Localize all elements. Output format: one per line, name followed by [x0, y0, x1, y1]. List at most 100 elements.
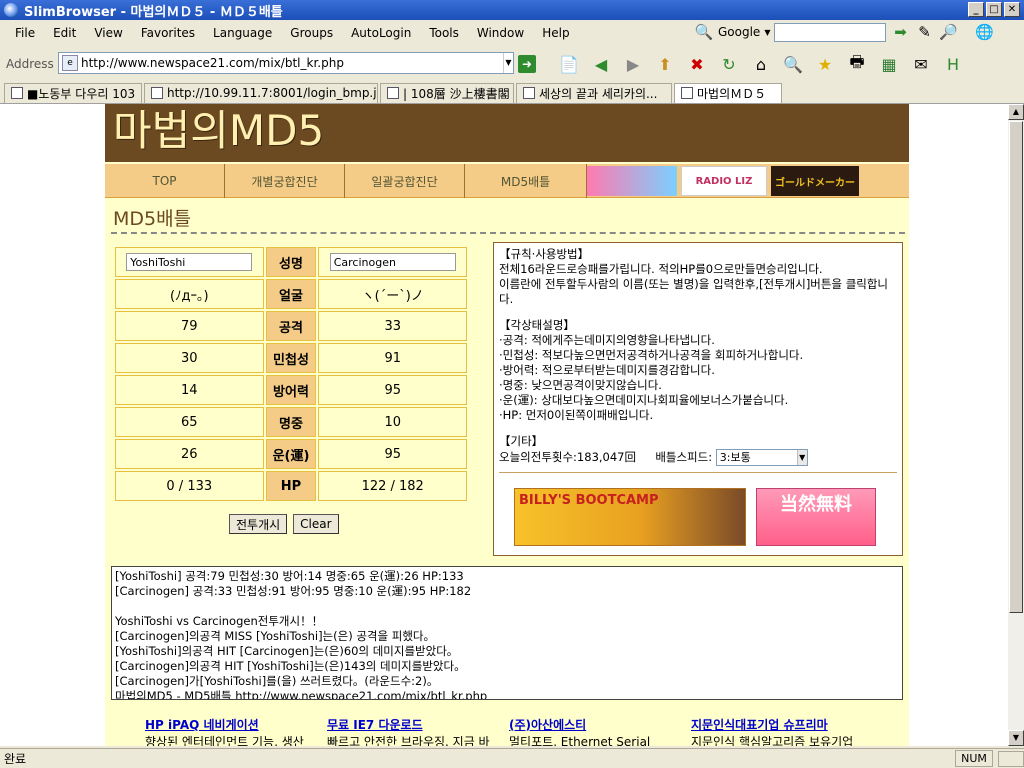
vertical-scrollbar[interactable]: ▲ ▼: [1008, 104, 1024, 746]
menu-bar: File Edit View Favorites Language Groups…: [0, 20, 1024, 46]
etc-row: 오늘의전투횟수:183,047回 배틀스피드: 3:보통 ▼: [499, 449, 897, 466]
player1-name-input[interactable]: [126, 253, 253, 271]
stat-label: 명중: [265, 407, 317, 437]
nav-individual[interactable]: 개별궁합진단: [225, 164, 345, 198]
find-icon[interactable]: 🔎: [938, 22, 958, 42]
search-engine-label[interactable]: Google: [718, 25, 760, 39]
stat-row-hp: 0 / 133 HP 122 / 182: [115, 471, 467, 501]
rules-divider: [499, 472, 897, 473]
tab-favicon-icon: [11, 87, 23, 99]
address-dropdown-icon[interactable]: ▼: [503, 53, 513, 73]
player2-accuracy: 10: [318, 407, 467, 437]
site-nav: TOP 개별궁합진단 일괄궁합진단 MD5배틀 RADIO LIZ ゴールドメー…: [105, 164, 909, 198]
up-icon[interactable]: ⬆: [652, 52, 678, 76]
site-logo[interactable]: 마법의MD5: [105, 104, 909, 162]
bottom-ad[interactable]: HP iPAQ 네비게이션 향상된 엔터테인먼트 기능, 생산: [145, 716, 327, 746]
mail-icon[interactable]: ✉: [908, 52, 934, 76]
nav-md5battle[interactable]: MD5배틀: [465, 164, 587, 198]
tab-4[interactable]: 세상의 끝과 세리카의...: [516, 82, 672, 103]
favorites-star-icon[interactable]: ★: [812, 52, 838, 76]
excel-icon[interactable]: ▦: [876, 52, 902, 76]
player1-defense: 14: [115, 375, 264, 405]
tab-5-active[interactable]: 마법의ＭＤ５: [674, 82, 782, 103]
menu-autologin[interactable]: AutoLogin: [342, 26, 420, 40]
chevron-down-icon[interactable]: ▼: [764, 28, 770, 37]
status-desc-item: ·공격: 적에게주는데미지의영향을나타냅니다.: [499, 333, 715, 347]
log-line: YoshiToshi vs Carcinogen전투개시！！: [115, 614, 324, 628]
menu-favorites[interactable]: Favorites: [132, 26, 204, 40]
stat-label: 얼굴: [265, 279, 317, 309]
page-viewport: 마법의MD5 TOP 개별궁합진단 일괄궁합진단 MD5배틀 RADIO LIZ…: [0, 104, 1008, 746]
address-field[interactable]: e http://www.newspace21.com/mix/btl_kr.p…: [58, 52, 514, 74]
tab-3[interactable]: | 108層 沙上樓書閣: [380, 82, 514, 103]
search-go-icon[interactable]: ➡: [890, 22, 910, 42]
tab-2[interactable]: http://10.99.11.7:8001/login_bmp.jsp?u..…: [144, 82, 378, 103]
menu-edit[interactable]: Edit: [44, 26, 85, 40]
print-icon[interactable]: 🖶: [844, 52, 870, 76]
menu-groups[interactable]: Groups: [281, 26, 342, 40]
forward-icon[interactable]: ▶: [620, 52, 646, 76]
chevron-down-icon[interactable]: ▼: [796, 450, 807, 465]
battle-speed-select[interactable]: 3:보통 ▼: [715, 449, 808, 466]
menu-help[interactable]: Help: [533, 26, 578, 40]
back-icon[interactable]: ◀: [588, 52, 614, 76]
go-button[interactable]: ➜: [518, 55, 536, 73]
magnifier-icon[interactable]: 🔍: [694, 22, 714, 42]
address-url[interactable]: http://www.newspace21.com/mix/btl_kr.php: [81, 56, 344, 70]
log-line: [YoshiToshi]의공격 HIT [Carcinogen]는(은)60의 …: [115, 644, 459, 658]
bottom-ad[interactable]: 무료 IE7 다운로드 빠르고 안전한 브라우징. 지금 바: [327, 716, 509, 746]
globe-icon[interactable]: 🌐: [974, 22, 994, 42]
nav-top[interactable]: TOP: [105, 164, 225, 198]
search-input[interactable]: [774, 22, 887, 42]
player2-face: ヽ(´ー`)ノ: [318, 279, 467, 309]
player1-luck: 26: [115, 439, 264, 469]
maximize-button[interactable]: □: [986, 2, 1002, 17]
nav-banner-gold[interactable]: ゴールドメーカー: [771, 166, 859, 196]
new-page-icon[interactable]: 📄: [556, 52, 582, 76]
nav-banner-radio[interactable]: RADIO LIZ: [681, 166, 767, 196]
close-button[interactable]: ✕: [1004, 2, 1020, 17]
bottom-ad[interactable]: (주)아산에스티 멀티포트, Ethernet Serial: [509, 716, 691, 746]
stop-icon[interactable]: ✖: [684, 52, 710, 76]
minimize-button[interactable]: _: [968, 2, 984, 17]
stat-label: HP: [265, 471, 317, 501]
html-icon[interactable]: H: [940, 52, 966, 76]
log-line: [Carcinogen]의공격 MISS [YoshiToshi]는(은) 공격…: [115, 629, 435, 643]
player2-name-cell: [318, 247, 467, 277]
rules-line-2: 이름란에 전투할두사람의 이름(또는 별명)을 입력한후,[전투개시]버튼을 클…: [499, 277, 889, 306]
player2-name-input[interactable]: [329, 253, 456, 271]
tab-1[interactable]: ■노동부 다우리 103: [4, 82, 142, 103]
nav-bulk[interactable]: 일괄궁합진단: [345, 164, 465, 198]
scroll-up-icon[interactable]: ▲: [1008, 104, 1024, 120]
page-container: 마법의MD5 TOP 개별궁합진단 일괄궁합진단 MD5배틀 RADIO LIZ…: [105, 104, 909, 746]
menu-file[interactable]: File: [6, 26, 44, 40]
menu-window[interactable]: Window: [468, 26, 533, 40]
numlock-indicator: NUM: [955, 750, 993, 767]
menu-view[interactable]: View: [85, 26, 131, 40]
stat-label: 민첩성: [265, 343, 317, 373]
bottom-ad[interactable]: 지문인식대표기업 슈프리마 지문인식 핵심알고리즘 보유기업: [691, 716, 873, 746]
battle-count: 오늘의전투횟수:183,047回: [499, 450, 636, 464]
tab-strip: ■노동부 다우리 103 http://10.99.11.7:8001/logi…: [0, 82, 1024, 104]
player1-accuracy: 65: [115, 407, 264, 437]
stat-row-face: (ﾉдｰ｡) 얼굴 ヽ(´ー`)ノ: [115, 279, 467, 309]
ad-oz-free[interactable]: 当然無料: [756, 488, 876, 546]
ad-billys-bootcamp[interactable]: BILLY'S BOOTCAMP: [514, 488, 746, 546]
status-desc-item: ·HP: 먼저0이된쪽이패배입니다.: [499, 408, 654, 422]
etc-title: 【기타】: [499, 434, 544, 448]
refresh-icon[interactable]: ↻: [716, 52, 742, 76]
clear-button[interactable]: Clear: [293, 514, 339, 534]
player1-name-cell: [115, 247, 264, 277]
search-icon[interactable]: 🔍: [780, 52, 806, 76]
player1-attack: 79: [115, 311, 264, 341]
scroll-thumb[interactable]: [1009, 121, 1023, 613]
rules-title: 【규칙·사용방법】: [499, 247, 590, 261]
scroll-down-icon[interactable]: ▼: [1008, 730, 1024, 746]
highlight-icon[interactable]: ✎: [914, 22, 934, 42]
menu-language[interactable]: Language: [204, 26, 281, 40]
nav-banner-twins[interactable]: [587, 166, 677, 196]
resize-grip[interactable]: [998, 751, 1024, 767]
start-battle-button[interactable]: 전투개시: [229, 514, 288, 534]
home-icon[interactable]: ⌂: [748, 52, 774, 76]
menu-tools[interactable]: Tools: [420, 26, 468, 40]
